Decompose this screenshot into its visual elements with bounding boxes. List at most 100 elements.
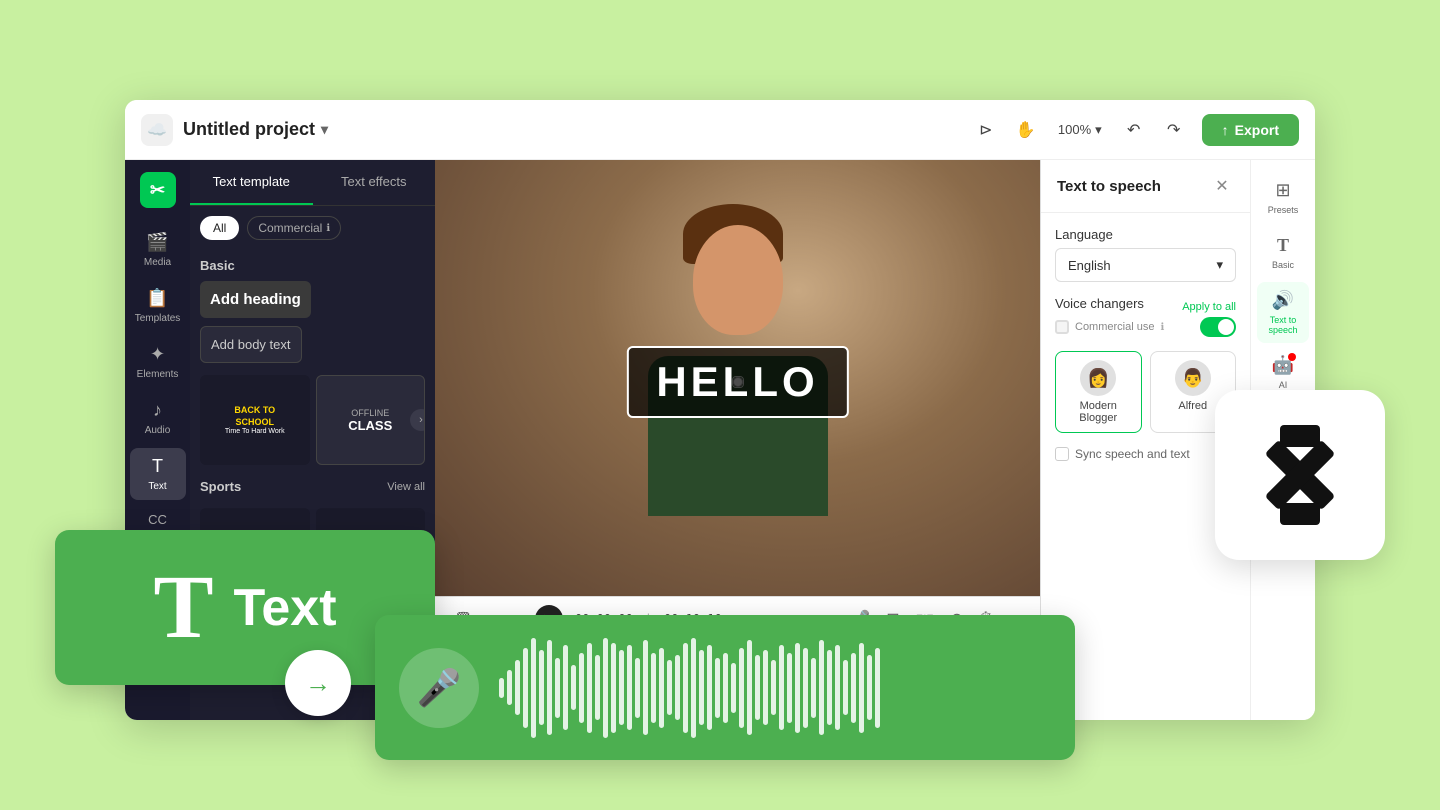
template-grid: BACK TO SCHOOL Time To Hard Work OFFLINE… — [190, 367, 435, 473]
right-btn-basic[interactable]: T Basic — [1257, 227, 1309, 278]
elements-icon: ✦ — [150, 344, 165, 365]
capcut-logo-svg — [1250, 425, 1350, 525]
cursor-tool-btn[interactable]: ⊳ — [970, 114, 1002, 146]
export-button[interactable]: ↑ Export — [1202, 114, 1299, 146]
text-icon: T — [152, 456, 163, 477]
top-bar-right: ↑ Export — [1202, 114, 1299, 146]
redo-btn[interactable]: ↷ — [1158, 114, 1190, 146]
wave-bar-17 — [635, 658, 640, 718]
wave-bar-25 — [699, 650, 704, 725]
template-card-class[interactable]: OFFLINE CLASS › — [316, 375, 426, 465]
voice-cards: 👩 Modern Blogger 👨 Alfred — [1055, 351, 1236, 433]
big-t-icon: T — [153, 556, 213, 659]
tab-text-template[interactable]: Text template — [190, 160, 313, 205]
wave-bar-18 — [643, 640, 648, 735]
tab-text-effects[interactable]: Text effects — [313, 160, 436, 205]
voice-card-modern-blogger[interactable]: 👩 Modern Blogger — [1055, 351, 1142, 433]
wave-bar-6 — [547, 640, 552, 735]
sidebar-item-elements[interactable]: ✦ Elements — [130, 336, 186, 388]
wave-bar-1 — [507, 670, 512, 705]
add-body-btn[interactable]: Add body text — [200, 326, 302, 363]
modern-blogger-name: Modern Blogger — [1064, 400, 1133, 424]
zoom-display[interactable]: 100% ▾ — [1050, 118, 1110, 142]
language-value: English — [1068, 258, 1111, 273]
language-dropdown[interactable]: English ▾ — [1055, 248, 1236, 282]
sidebar-item-audio[interactable]: ♪ Audio — [130, 392, 186, 444]
wave-bar-7 — [555, 658, 560, 718]
ai-red-dot — [1288, 353, 1296, 361]
tts-icon: 🔊 — [1272, 290, 1294, 311]
capcut-logo-float — [1215, 390, 1385, 560]
project-title: Untitled project ▾ — [183, 119, 328, 140]
top-bar-left: ☁️ Untitled project ▾ — [141, 114, 958, 146]
right-btn-tts[interactable]: 🔊 Text to speech — [1257, 282, 1309, 343]
wave-bar-9 — [571, 665, 576, 710]
commercial-use-label: Commercial use — [1075, 321, 1154, 333]
view-all-link[interactable]: View all — [387, 481, 425, 493]
wave-bar-3 — [523, 648, 528, 728]
wave-bar-30 — [739, 648, 744, 728]
captions-icon: CC — [148, 512, 167, 527]
wave-bar-26 — [707, 645, 712, 730]
wave-bar-43 — [843, 660, 848, 715]
sidebar-elements-label: Elements — [137, 369, 179, 380]
sync-checkbox[interactable] — [1055, 447, 1069, 461]
waveform — [499, 615, 1051, 760]
commercial-info-icon: ℹ — [326, 223, 330, 234]
wave-bar-20 — [659, 648, 664, 728]
wave-bar-35 — [779, 645, 784, 730]
commercial-checkbox[interactable] — [1055, 320, 1069, 334]
sidebar-audio-label: Audio — [145, 425, 171, 436]
apply-to-all-link[interactable]: Apply to all — [1182, 301, 1236, 313]
wave-bar-36 — [787, 653, 792, 723]
arrow-circle: → — [285, 650, 351, 716]
hand-tool-btn[interactable]: ✋ — [1010, 114, 1042, 146]
tts-title: Text to speech — [1057, 178, 1161, 195]
sidebar-media-label: Media — [144, 257, 171, 268]
capcut-logo-inner — [1245, 420, 1355, 530]
audio-icon: ♪ — [153, 400, 162, 421]
right-btn-presets[interactable]: ⊞ Presets — [1257, 172, 1309, 223]
wave-bar-21 — [667, 660, 672, 715]
presets-label: Presets — [1268, 205, 1299, 215]
next-arrow[interactable]: › — [410, 409, 425, 431]
modern-blogger-avatar: 👩 — [1080, 360, 1116, 396]
sidebar-item-templates[interactable]: 📋 Templates — [130, 280, 186, 332]
hello-text[interactable]: HELLO — [626, 346, 848, 418]
wave-bar-38 — [803, 648, 808, 728]
filter-row: All Commercial ℹ — [190, 206, 435, 250]
template-card-back-to-school[interactable]: BACK TO SCHOOL Time To Hard Work — [200, 375, 310, 465]
wave-bar-42 — [835, 645, 840, 730]
wave-bar-12 — [595, 655, 600, 720]
wave-bar-45 — [859, 643, 864, 733]
tts-header: Text to speech ✕ — [1041, 160, 1250, 213]
lang-chevron: ▾ — [1216, 257, 1223, 273]
commercial-toggle[interactable] — [1200, 317, 1236, 337]
language-label: Language — [1055, 227, 1236, 242]
app-logo: ✂ — [140, 172, 176, 208]
wave-bar-41 — [827, 650, 832, 725]
sidebar-item-text[interactable]: T Text — [130, 448, 186, 500]
wave-bar-27 — [715, 658, 720, 718]
filter-commercial-btn[interactable]: Commercial ℹ — [247, 216, 341, 240]
cloud-icon: ☁️ — [141, 114, 173, 146]
add-heading-btn[interactable]: Add heading — [200, 281, 311, 318]
floating-audio-card: 🎤 — [375, 615, 1075, 760]
alfred-avatar: 👨 — [1175, 360, 1211, 396]
wave-bar-24 — [691, 638, 696, 738]
ai-icon-wrapper: 🤖 — [1272, 355, 1294, 376]
alfred-name: Alfred — [1178, 400, 1207, 412]
wave-bar-0 — [499, 678, 504, 698]
undo-btn[interactable]: ↶ — [1118, 114, 1150, 146]
filter-all-btn[interactable]: All — [200, 216, 239, 240]
project-title-chevron[interactable]: ▾ — [321, 121, 328, 138]
wave-bar-14 — [611, 643, 616, 733]
voice-changers-row: Voice changers Apply to all — [1055, 296, 1236, 317]
tts-close-btn[interactable]: ✕ — [1210, 174, 1234, 198]
wave-bar-15 — [619, 650, 624, 725]
sidebar-item-media[interactable]: 🎬 Media — [130, 224, 186, 276]
wave-bar-31 — [747, 640, 752, 735]
panel-header: Text template Text effects — [190, 160, 435, 206]
presets-icon: ⊞ — [1275, 180, 1290, 201]
export-label: Export — [1235, 122, 1279, 138]
